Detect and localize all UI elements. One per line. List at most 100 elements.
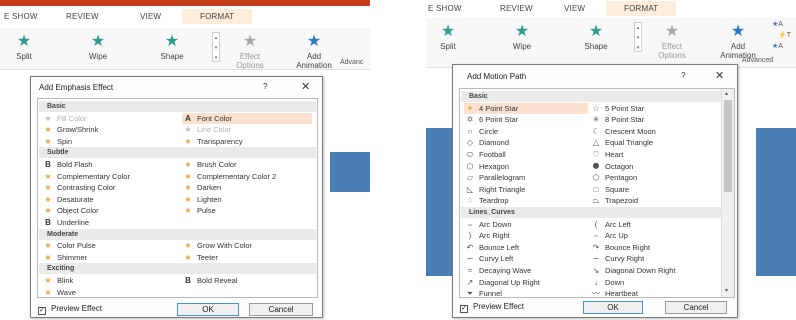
- effect-list-item[interactable]: ★ Pulse: [182, 205, 312, 216]
- effect-list-item[interactable]: ≈ Decaying Wave: [464, 265, 588, 276]
- effect-list-item[interactable]: ▱ Parallelogram: [464, 172, 588, 183]
- effect-list-item[interactable]: ⌣ Arc Down: [464, 219, 588, 230]
- effect-list-item[interactable]: ∽ Curvy Left: [464, 253, 588, 264]
- effect-list-item[interactable]: ☾ Crescent Moon: [590, 126, 714, 137]
- effect-list-item[interactable]: ★ Darken: [182, 182, 312, 193]
- add-animation-button[interactable]: ★ Add Animation: [284, 32, 344, 70]
- effect-list-item[interactable]: ⬠ Pentagon: [590, 172, 714, 183]
- tab-view[interactable]: VIEW: [140, 12, 161, 21]
- help-icon[interactable]: ?: [681, 71, 685, 80]
- effect-list-item[interactable]: ◇ Diamond: [464, 137, 588, 148]
- effect-list-item[interactable]: ↶ Bounce Left: [464, 242, 588, 253]
- tab-review[interactable]: REVIEW: [500, 4, 533, 13]
- effect-list-item[interactable]: 〰 Heartbeat: [590, 288, 714, 297]
- effect-list-item[interactable]: ✡ 6 Point Star: [464, 114, 588, 125]
- effect-list-item[interactable]: ◺ Right Triangle: [464, 184, 588, 195]
- effect-list-item[interactable]: ★ Object Color: [42, 205, 172, 216]
- effect-list-item[interactable]: ⌢ Arc Up: [590, 230, 714, 241]
- ok-button[interactable]: OK: [583, 301, 643, 314]
- effect-list-item[interactable]: ★ Shimmer: [42, 252, 172, 263]
- effect-list-item[interactable]: ★ Line Color: [182, 124, 312, 135]
- tab-slide-show[interactable]: E SHOW: [4, 12, 38, 21]
- tab-slide-show[interactable]: E SHOW: [428, 4, 462, 13]
- effect-list-item[interactable]: ✦ 4 Point Star: [464, 102, 588, 114]
- cancel-button[interactable]: Cancel: [665, 301, 727, 314]
- effect-list-item[interactable]: (Arc Left: [590, 219, 714, 230]
- scroll-down-icon[interactable]: ▾: [725, 287, 728, 294]
- help-icon[interactable]: ?: [263, 82, 267, 91]
- effect-list-item[interactable]: ) Arc Right: [464, 230, 588, 241]
- effect-list-item[interactable]: ↘ Diagonal Down Right: [590, 265, 714, 276]
- effect-list-item[interactable]: ⬡ Hexagon: [464, 161, 588, 172]
- shape-animation-button[interactable]: ★ Shape: [148, 32, 196, 61]
- effect-list-item[interactable]: ⯃ Octagon: [590, 161, 714, 172]
- scroll-thumb[interactable]: [724, 100, 732, 192]
- wipe-animation-button[interactable]: ★ Wipe: [74, 32, 122, 61]
- wipe-animation-button[interactable]: ★ Wipe: [498, 22, 546, 51]
- ok-button[interactable]: OK: [177, 303, 239, 316]
- effect-list-item[interactable]: ★ Teeter: [182, 252, 312, 263]
- effect-list-item[interactable]: ♢ Teardrop: [464, 195, 588, 206]
- effect-list-item[interactable]: ★ Desaturate: [42, 194, 172, 205]
- gallery-scroll[interactable]: ▴ ▾ ▾: [634, 22, 642, 52]
- effect-list-item[interactable]: ⬭ Football: [464, 149, 588, 160]
- effect-list-item[interactable]: ↓ Down: [590, 277, 714, 288]
- effect-list-item[interactable]: ★ Spin: [42, 136, 172, 147]
- effect-list-item[interactable]: ★ Transparency: [182, 136, 312, 147]
- close-icon[interactable]: ✕: [301, 80, 310, 93]
- effect-list-item[interactable]: ∼ Curvy Right: [590, 253, 714, 264]
- effect-item-label: Equal Triangle: [605, 138, 653, 148]
- effect-list-item[interactable]: ★ Wave: [42, 287, 172, 297]
- cancel-button[interactable]: Cancel: [249, 303, 313, 316]
- effect-list-item[interactable]: ★ Grow/Shrink: [42, 124, 172, 135]
- effect-list-item[interactable]: ♡ Heart: [590, 149, 714, 160]
- effect-list-item[interactable]: ↷ Bounce Right: [590, 242, 714, 253]
- effect-list-item[interactable]: □ Square: [590, 184, 714, 195]
- effect-list-item[interactable]: A Font Color: [182, 112, 312, 124]
- gallery-scroll[interactable]: ▴ ▾ ▾: [212, 32, 220, 62]
- effect-list-item[interactable]: ○ Circle: [464, 126, 588, 137]
- split-animation-button[interactable]: ★ Split: [426, 22, 472, 51]
- split-star-icon: ★: [16, 33, 32, 50]
- effect-list-item[interactable]: B Bold Flash: [42, 159, 172, 170]
- tab-review[interactable]: REVIEW: [66, 12, 99, 21]
- tab-format[interactable]: FORMAT: [182, 9, 253, 24]
- effect-item-label: Lighten: [197, 194, 222, 204]
- tab-format[interactable]: FORMAT: [606, 1, 677, 16]
- advanced-group-label: Advanced: [742, 57, 774, 64]
- split-animation-button[interactable]: ★ Split: [0, 32, 48, 61]
- star-icon: ★: [44, 276, 52, 285]
- category-header: Moderate: [39, 228, 316, 240]
- scroll-up-icon[interactable]: ▴: [725, 90, 728, 97]
- effect-list-item[interactable]: ★ Contrasting Color: [42, 182, 172, 193]
- effect-list-item[interactable]: ✳ 8 Point Star: [590, 114, 714, 125]
- effect-list-item[interactable]: ★ Lighten: [182, 194, 312, 205]
- effect-list-item[interactable]: ⏢ Trapezoid: [590, 195, 714, 206]
- preview-effect-checkbox[interactable]: ✓ Preview Effect: [460, 302, 524, 313]
- effect-list-item[interactable]: ★ Fill Color: [42, 113, 172, 124]
- effect-list: Basic ★ Fill Color A Font Color ★ Grow/Shrink ★…: [37, 98, 318, 298]
- close-icon[interactable]: ✕: [715, 69, 724, 82]
- effect-list-item[interactable]: ⏷ Funnel: [464, 288, 588, 297]
- effect-list-item[interactable]: B Underline: [42, 217, 172, 228]
- shape-animation-button[interactable]: ★ Shape: [572, 22, 620, 51]
- effect-list-item[interactable]: ☆ 5 Point Star: [590, 103, 714, 114]
- effect-list-item[interactable]: ★ Brush Color: [182, 159, 312, 170]
- effect-list-item[interactable]: ★ Blink: [42, 275, 172, 286]
- list-scrollbar[interactable]: ▴ ▾: [721, 89, 734, 297]
- effect-list-item[interactable]: ★ Grow With Color: [182, 240, 312, 251]
- effect-options-button[interactable]: ★ Effect Options: [226, 32, 274, 70]
- add-animation-button[interactable]: ★ Add Animation: [708, 22, 768, 60]
- preview-effect-checkbox[interactable]: ✓ Preview Effect: [38, 304, 102, 315]
- effect-list-item[interactable]: ★ Color Pulse: [42, 240, 172, 251]
- effect-item-label: Octagon: [605, 161, 634, 171]
- effect-list-item[interactable]: ★ Complementary Color: [42, 171, 172, 182]
- effect-options-button[interactable]: ★ Effect Options: [648, 22, 696, 60]
- star-icon: ★: [184, 136, 192, 146]
- effect-list-item[interactable]: ↗ Diagonal Up Right: [464, 277, 588, 288]
- effect-list-item[interactable]: ★ Complementary Color 2: [182, 171, 312, 182]
- effect-list-item[interactable]: △ Equal Triangle: [590, 137, 714, 148]
- tab-view[interactable]: VIEW: [564, 4, 585, 13]
- effect-list-item[interactable]: B Bold Reveal: [182, 275, 312, 286]
- title-bar-accent: [0, 0, 370, 6]
